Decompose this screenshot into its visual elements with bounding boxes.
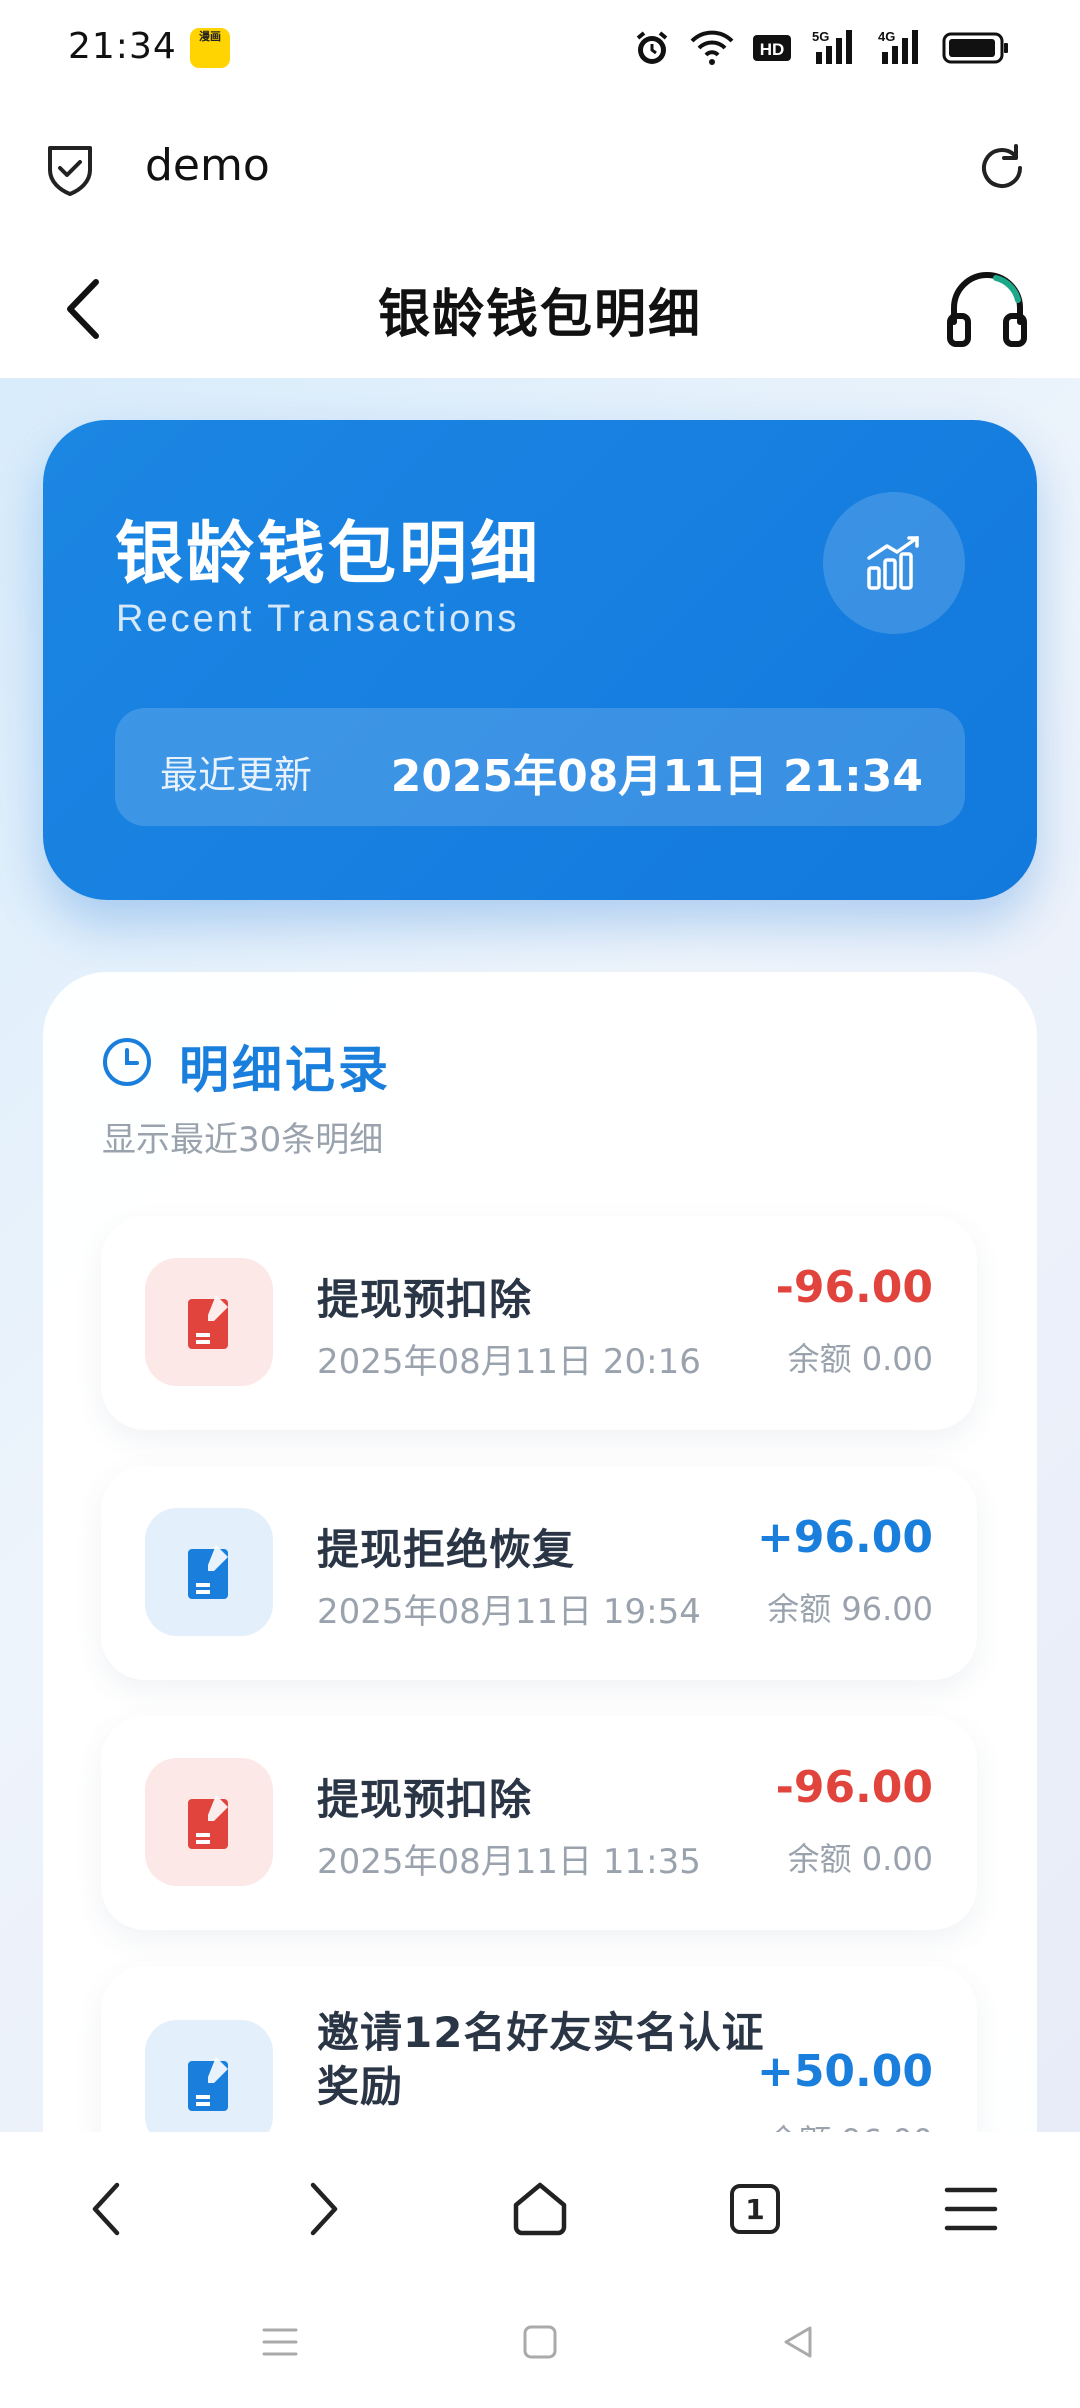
browser-back-button[interactable] <box>72 2174 142 2244</box>
transaction-time: 2025年08月11日 20:16 <box>317 1342 701 1382</box>
hero-title: 银龄钱包明细 <box>115 515 542 594</box>
svg-text:5G: 5G <box>812 29 829 44</box>
headset-icon[interactable] <box>944 266 1030 352</box>
home-icon[interactable] <box>505 2174 575 2244</box>
chart-icon <box>823 492 965 634</box>
transaction-amount: +96.00 <box>756 1512 933 1563</box>
tabs-button[interactable]: 1 <box>720 2174 790 2244</box>
transaction-amount: -96.00 <box>775 1262 933 1313</box>
records-title: 明细记录 <box>179 1041 391 1099</box>
recents-icon[interactable] <box>250 2312 310 2372</box>
transaction-amount: +50.00 <box>756 2046 933 2097</box>
records-card: 明细记录 显示最近30条明细 提现预扣除 2025年08月11日 20:16 -… <box>43 972 1037 2132</box>
browser-bottom-bar: 1 <box>0 2132 1080 2282</box>
status-icons: HD 5G 4G <box>632 24 1010 72</box>
transaction-item[interactable]: 提现拒绝恢复 2025年08月11日 19:54 +96.00 余额 96.00 <box>101 1466 977 1680</box>
svg-text:HD: HD <box>760 40 785 59</box>
page-title: 银龄钱包明细 <box>377 285 702 345</box>
browser-forward-button[interactable] <box>288 2174 358 2244</box>
document-blue-icon <box>145 2020 273 2132</box>
home-nav-icon[interactable] <box>510 2312 570 2372</box>
alarm-icon <box>632 24 672 72</box>
content-area[interactable]: 银龄钱包明细 Recent Transactions 最近更新 2025年08月… <box>0 378 1080 2132</box>
battery-icon <box>942 24 1010 72</box>
document-red-icon <box>145 1758 273 1886</box>
transaction-balance: 余额 96.00 <box>767 2116 933 2132</box>
transaction-balance: 余额 0.00 <box>787 1340 933 1378</box>
menu-icon[interactable] <box>936 2174 1006 2244</box>
reload-icon[interactable] <box>972 138 1032 198</box>
last-updated-box: 最近更新 2025年08月11日 21:34 <box>115 708 965 826</box>
status-bar: 21:34 漫画 HD 5G 4G <box>0 0 1080 100</box>
transaction-item[interactable]: 提现预扣除 2025年08月11日 20:16 -96.00 余额 0.00 <box>101 1216 977 1430</box>
transaction-name: 提现预扣除 <box>317 1775 533 1824</box>
last-updated-label: 最近更新 <box>160 753 313 797</box>
wallet-summary-card: 银龄钱包明细 Recent Transactions 最近更新 2025年08月… <box>43 420 1037 900</box>
transaction-time: 2025年08月11日 11:35 <box>317 1842 701 1882</box>
document-red-icon <box>145 1258 273 1386</box>
records-subtitle: 显示最近30条明细 <box>102 1120 384 1160</box>
document-blue-icon <box>145 1508 273 1636</box>
transaction-balance: 余额 0.00 <box>787 1840 933 1878</box>
5g-signal-icon: 5G <box>810 24 858 72</box>
transaction-name: 提现预扣除 <box>317 1275 533 1324</box>
status-time: 21:34 <box>68 26 177 67</box>
shield-check-icon[interactable] <box>42 140 98 196</box>
transaction-time: 2025年08月11日 19:54 <box>317 1592 701 1632</box>
app-notification-icon: 漫画 <box>190 28 230 68</box>
browser-address-bar[interactable]: demo <box>0 100 1080 240</box>
hero-subtitle: Recent Transactions <box>116 598 520 640</box>
4g-signal-icon: 4G <box>876 24 924 72</box>
transaction-name: 提现拒绝恢复 <box>317 1525 576 1574</box>
transaction-item[interactable]: 邀请12名好友实名认证奖励 +50.00 余额 96.00 <box>101 1966 977 2132</box>
last-updated-value: 2025年08月11日 21:34 <box>390 751 923 802</box>
transaction-item[interactable]: 提现预扣除 2025年08月11日 11:35 -96.00 余额 0.00 <box>101 1716 977 1930</box>
page-header: 银龄钱包明细 <box>0 240 1080 378</box>
transaction-amount: -96.00 <box>775 1762 933 1813</box>
transaction-balance: 余额 96.00 <box>767 1590 933 1628</box>
address-text[interactable]: demo <box>145 140 270 191</box>
back-nav-icon[interactable] <box>768 2312 828 2372</box>
transaction-name: 邀请12名好友实名认证奖励 <box>317 2008 765 2111</box>
svg-text:4G: 4G <box>878 29 895 44</box>
tab-count: 1 <box>730 2184 780 2234</box>
wifi-icon <box>690 24 734 72</box>
clock-icon <box>101 1036 153 1088</box>
system-nav-bar <box>0 2282 1080 2408</box>
hd-icon: HD <box>752 24 792 72</box>
